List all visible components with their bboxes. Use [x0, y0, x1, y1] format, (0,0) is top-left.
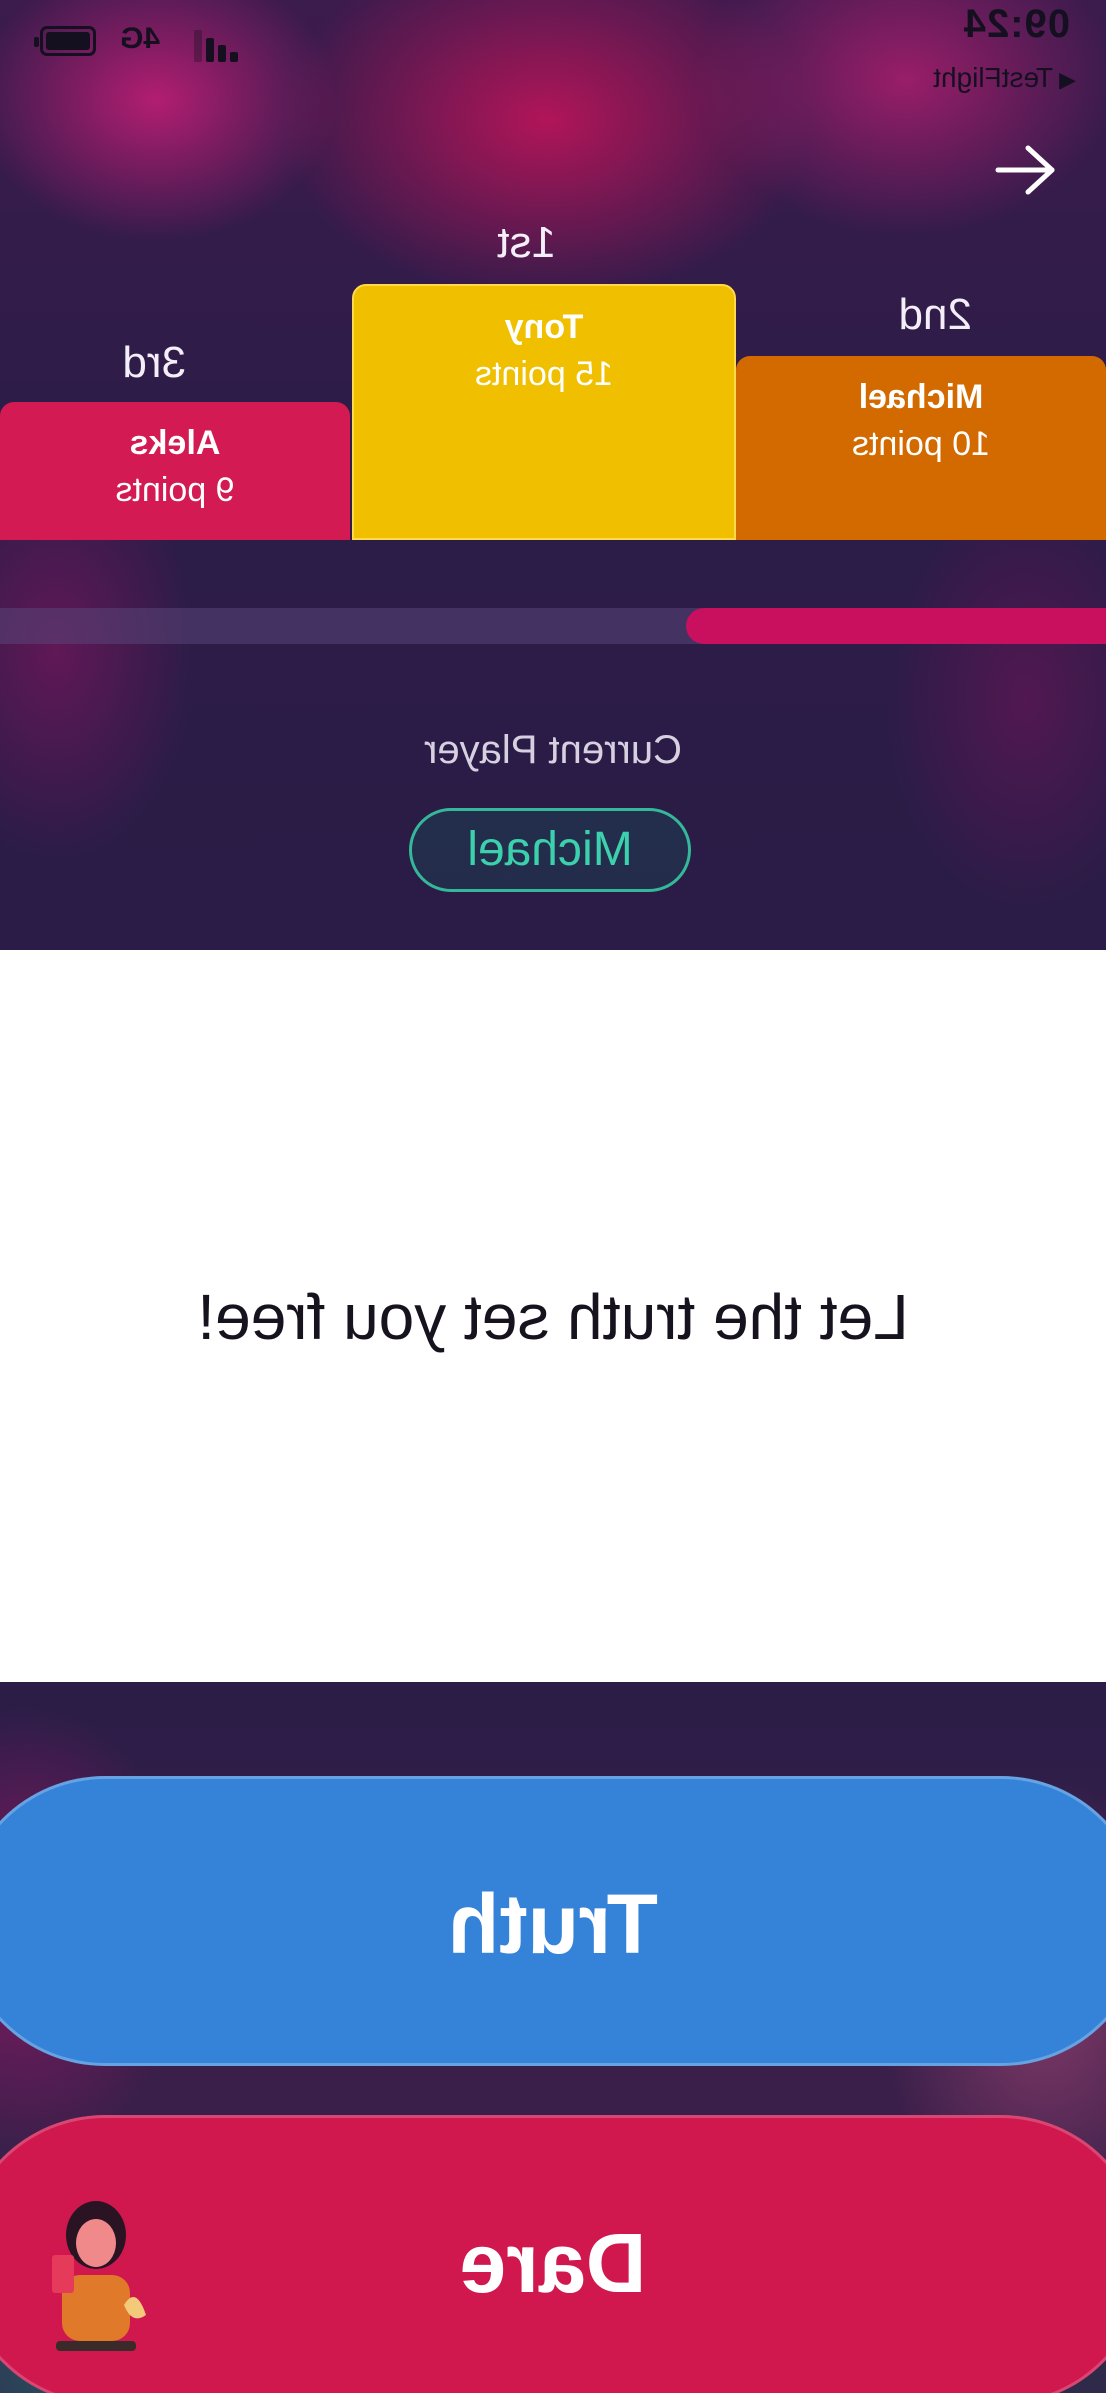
- current-player-badge: Michael: [409, 808, 691, 892]
- podium-third-name: Aleks: [129, 424, 221, 462]
- prompt-text: Let the truth set you free!: [197, 1281, 909, 1353]
- podium-first: Tony 15 points: [352, 284, 736, 540]
- app-root: 09:24 ◀TestFlight 4G 1st Tony 15 points …: [0, 0, 1106, 2393]
- back-arrow-icon[interactable]: [990, 140, 1060, 200]
- podium-first-points: 15 points: [475, 355, 613, 393]
- podium-rank-first: 1st: [497, 218, 556, 267]
- woman-illustration-icon: [26, 2195, 166, 2355]
- current-player-label: Current Player: [424, 728, 682, 772]
- podium-third-points: 9 points: [115, 471, 235, 509]
- podium-rank-third: 3rd: [122, 338, 186, 387]
- podium-first-name: Tony: [504, 308, 584, 346]
- back-to-app-link[interactable]: ◀TestFlight: [933, 62, 1076, 94]
- back-app-label: TestFlight: [933, 62, 1054, 93]
- podium-third: Aleks 9 points: [0, 402, 350, 540]
- signal-strength-icon: [190, 28, 238, 62]
- status-time: 09:24: [962, 2, 1070, 46]
- podium-second: Michael 10 points: [736, 356, 1106, 540]
- podium-second-name: Michael: [858, 378, 984, 416]
- podium-rank-second: 2nd: [898, 290, 972, 339]
- podium-second-points: 10 points: [852, 425, 990, 463]
- network-type: 4G: [120, 22, 161, 55]
- round-progress-fill: [686, 608, 1106, 644]
- truth-button[interactable]: Truth: [0, 1776, 1106, 2066]
- back-triangle-icon: ◀: [1059, 67, 1076, 92]
- battery-icon: [34, 26, 96, 56]
- status-bar: 09:24 ◀TestFlight 4G: [0, 0, 1106, 93]
